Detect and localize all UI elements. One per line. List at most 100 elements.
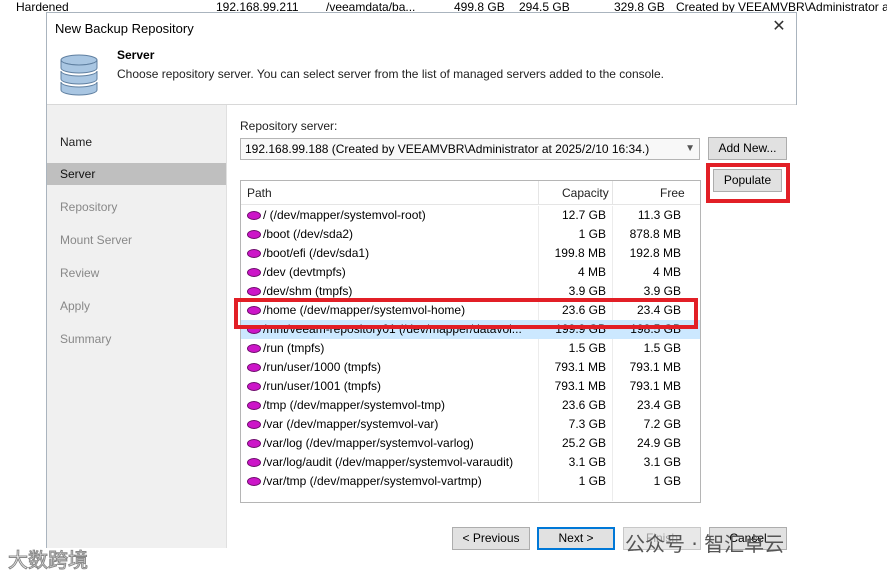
free-cell: 4 MB: [652, 265, 681, 279]
free-cell: 1 GB: [653, 474, 681, 488]
header-description: Choose repository server. You can select…: [117, 67, 664, 81]
path-cell: /var/log/audit (/dev/mapper/systemvol-va…: [247, 453, 537, 472]
table-row[interactable]: /run/user/1000 (tmpfs) 793.1 MB 793.1 MB: [241, 358, 700, 377]
watermark-right: 公众号 · 智汇卓云: [625, 532, 785, 556]
watermark-left: 大数跨境: [8, 550, 89, 573]
path-cell: /var/log (/dev/mapper/systemvol-varlog): [247, 434, 537, 453]
path-cell: /mnt/veeam-repository01 (/dev/mapper/dat…: [247, 320, 537, 339]
table-row[interactable]: /dev (devtmpfs) 4 MB 4 MB: [241, 263, 700, 282]
capacity-cell: 1.5 GB: [568, 341, 606, 355]
table-row[interactable]: /var/tmp (/dev/mapper/systemvol-vartmp) 1…: [241, 472, 700, 491]
capacity-cell: 793.1 MB: [554, 379, 606, 393]
repository-server-select[interactable]: 192.168.99.188 (Created by VEEAMVBR\Admi…: [240, 138, 700, 160]
path-cell: /boot/efi (/dev/sda1): [247, 244, 537, 263]
free-cell: 192.8 MB: [629, 246, 681, 260]
free-cell: 11.3 GB: [637, 208, 681, 222]
path-cell: /run/user/1000 (tmpfs): [247, 358, 537, 377]
path-text: /var/log (/dev/mapper/systemvol-varlog): [263, 436, 474, 450]
path-cell: /run/user/1001 (tmpfs): [247, 377, 537, 396]
disk-icon: [247, 344, 261, 353]
table-row[interactable]: /tmp (/dev/mapper/systemvol-tmp) 23.6 GB 2…: [241, 396, 700, 415]
capacity-cell: 199.9 GB: [555, 322, 606, 336]
disk-icon: [247, 211, 261, 220]
table-row[interactable]: / (/dev/mapper/systemvol-root) 12.7 GB 11.…: [241, 206, 700, 225]
free-cell: 23.4 GB: [636, 398, 681, 412]
next-button[interactable]: Next >: [537, 527, 615, 550]
path-text: /var/tmp (/dev/mapper/systemvol-vartmp): [263, 474, 482, 488]
table-header: Path ^ Capacity Free: [241, 181, 700, 205]
populate-button[interactable]: Populate: [713, 169, 782, 192]
path-text: /boot (/dev/sda2): [263, 227, 354, 241]
capacity-cell: 793.1 MB: [554, 360, 606, 374]
close-icon[interactable]: ✕: [768, 16, 790, 38]
chevron-down-icon[interactable]: ▼: [685, 139, 695, 159]
table-row[interactable]: /home (/dev/mapper/systemvol-home) 23.6 G…: [241, 301, 700, 320]
capacity-cell: 7.3 GB: [568, 417, 606, 431]
step-review: Review: [60, 266, 100, 280]
wizard-content: Repository server: 192.168.99.188 (Creat…: [226, 105, 798, 550]
path-text: /var/log/audit (/dev/mapper/systemvol-va…: [263, 455, 514, 469]
repository-server-label: Repository server:: [240, 119, 338, 133]
step-summary: Summary: [60, 332, 112, 346]
capacity-cell: 3.9 GB: [568, 284, 606, 298]
mount-points-table: Path ^ Capacity Free / (/dev/mapper/syst…: [240, 180, 701, 503]
disk-icon: [247, 401, 261, 410]
capacity-cell: 4 MB: [577, 265, 606, 279]
free-cell: 3.9 GB: [643, 284, 681, 298]
repository-server-value: 192.168.99.188 (Created by VEEAMVBR\Admi…: [245, 142, 650, 156]
path-cell: /boot (/dev/sda2): [247, 225, 537, 244]
sort-ascending-icon: ^: [383, 181, 388, 185]
free-cell: 793.1 MB: [629, 360, 681, 374]
table-row[interactable]: /var/log (/dev/mapper/systemvol-varlog) 2…: [241, 434, 700, 453]
table-row[interactable]: /dev/shm (tmpfs) 3.9 GB 3.9 GB: [241, 282, 700, 301]
step-server[interactable]: Server: [47, 163, 226, 185]
disk-icon: [247, 363, 261, 372]
previous-button[interactable]: < Previous: [452, 527, 530, 550]
disk-icon: [247, 382, 261, 391]
disk-icon: [247, 230, 261, 239]
disk-icon: [247, 287, 261, 296]
path-cell: /dev/shm (tmpfs): [247, 282, 537, 301]
capacity-cell: 23.6 GB: [561, 303, 606, 317]
free-cell: 3.1 GB: [643, 455, 681, 469]
path-cell: /dev (devtmpfs): [247, 263, 537, 282]
path-text: /mnt/veeam-repository01 (/dev/mapper/dat…: [263, 322, 522, 336]
table-row-selected[interactable]: /mnt/veeam-repository01 (/dev/mapper/dat…: [241, 320, 700, 339]
column-header-capacity[interactable]: Capacity: [538, 181, 612, 205]
path-cell: /var (/dev/mapper/systemvol-var): [247, 415, 537, 434]
wizard-header: Server Choose repository server. You can…: [47, 43, 796, 105]
step-apply: Apply: [60, 299, 91, 313]
capacity-cell: 3.1 GB: [568, 455, 606, 469]
wizard-steps: Name Server Repository Mount Server Revi…: [47, 105, 226, 548]
add-new-button[interactable]: Add New...: [708, 137, 787, 160]
path-text: /dev (devtmpfs): [263, 265, 346, 279]
column-header-free[interactable]: Free: [612, 181, 700, 205]
capacity-cell: 25.2 GB: [561, 436, 606, 450]
path-text: /var (/dev/mapper/systemvol-var): [263, 417, 439, 431]
table-row[interactable]: /var (/dev/mapper/systemvol-var) 7.3 GB 7.…: [241, 415, 700, 434]
column-header-path[interactable]: Path: [247, 181, 537, 205]
path-text: /boot/efi (/dev/sda1): [263, 246, 370, 260]
free-cell: 7.2 GB: [643, 417, 681, 431]
free-cell: 23.4 GB: [636, 303, 681, 317]
path-text: /tmp (/dev/mapper/systemvol-tmp): [263, 398, 446, 412]
dialog-title: New Backup Repository: [55, 21, 194, 36]
table-row[interactable]: /boot/efi (/dev/sda1) 199.8 MB 192.8 MB: [241, 244, 700, 263]
free-cell: 1.5 GB: [643, 341, 681, 355]
step-name[interactable]: Name: [47, 131, 226, 153]
header-title: Server: [117, 48, 155, 62]
path-text: /run/user/1001 (tmpfs): [263, 379, 382, 393]
disk-icon: [247, 306, 261, 315]
capacity-cell: 1 GB: [578, 474, 606, 488]
table-row[interactable]: /boot (/dev/sda2) 1 GB 878.8 MB: [241, 225, 700, 244]
disk-icon: [247, 249, 261, 258]
path-cell: / (/dev/mapper/systemvol-root): [247, 206, 537, 225]
path-text: /run/user/1000 (tmpfs): [263, 360, 382, 374]
table-row[interactable]: /run (tmpfs) 1.5 GB 1.5 GB: [241, 339, 700, 358]
disk-icon: [247, 458, 261, 467]
table-row[interactable]: /run/user/1001 (tmpfs) 793.1 MB 793.1 MB: [241, 377, 700, 396]
table-row[interactable]: /var/log/audit (/dev/mapper/systemvol-va…: [241, 453, 700, 472]
free-cell: 793.1 MB: [629, 379, 681, 393]
capacity-cell: 1 GB: [578, 227, 606, 241]
path-cell: /var/tmp (/dev/mapper/systemvol-vartmp): [247, 472, 537, 491]
